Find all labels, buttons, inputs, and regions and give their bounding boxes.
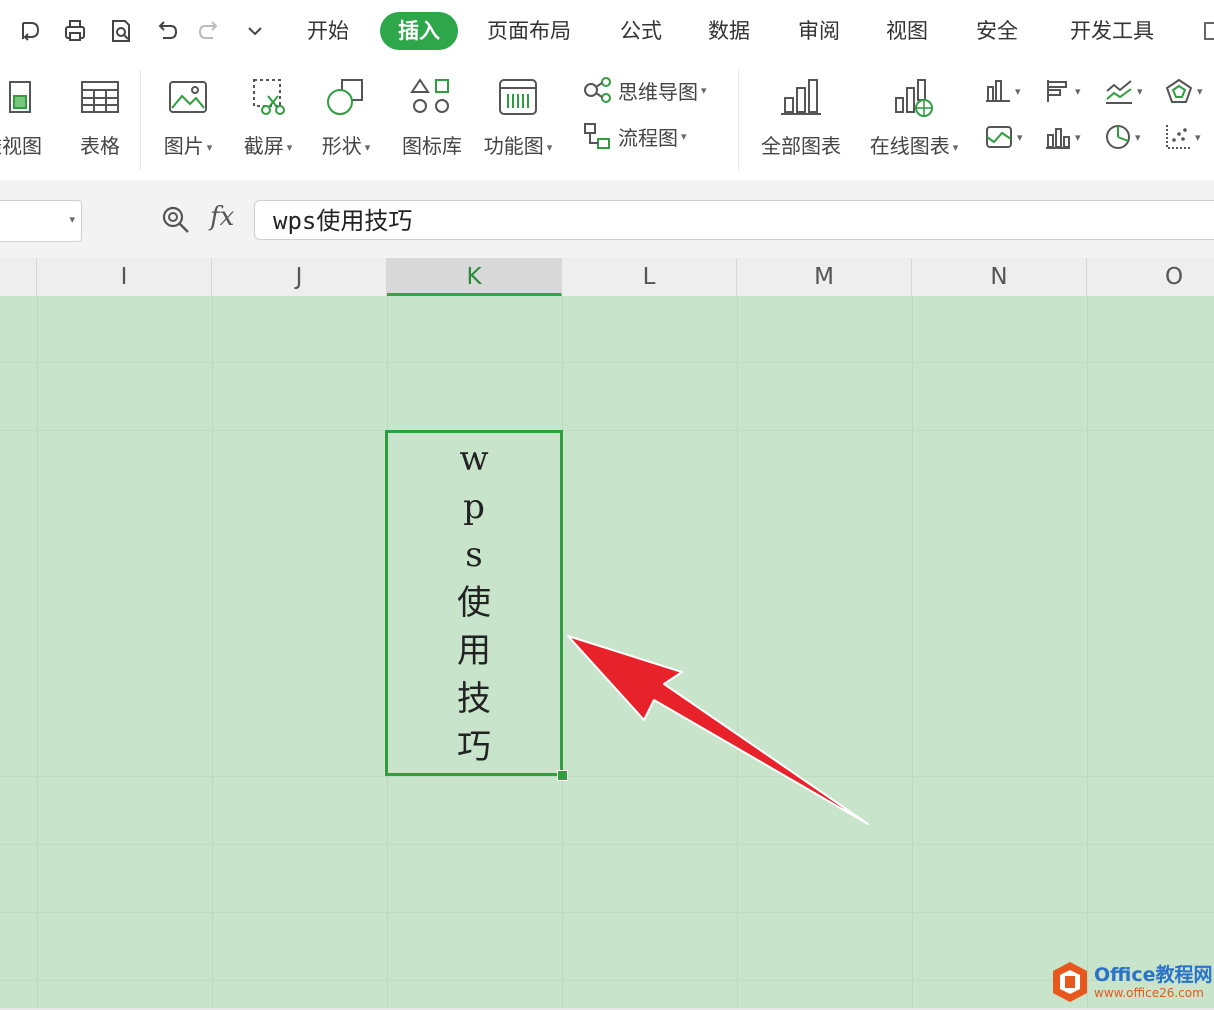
zoom-search-icon[interactable] (160, 204, 192, 240)
watermark: Office教程网 www.office26.com (1048, 958, 1214, 1008)
watermark-url: www.office26.com (1094, 986, 1204, 1000)
tab-review[interactable]: 审阅 (798, 12, 840, 50)
shape-button[interactable]: 形状 ▾ (306, 72, 386, 168)
function-chart-button[interactable]: 功能图 ▾ (478, 72, 558, 168)
menu-bar: 开始 插入 页面布局 公式 数据 审阅 视图 安全 开发工具 (0, 0, 1214, 62)
column-chart-dropdown[interactable]: ▾ (984, 72, 1032, 110)
icon-library-button[interactable]: 图标库 (392, 72, 472, 168)
scatter-chart-icon (1166, 125, 1191, 149)
ribbon-insert: 透视图 表格 图片▾ 截屏▾ 形状▾ (0, 62, 1214, 181)
tab-data[interactable]: 数据 (708, 12, 750, 50)
print-preview-icon[interactable] (106, 14, 136, 48)
area-chart-icon (986, 126, 1012, 148)
line-chart-icon (1106, 80, 1132, 104)
mindmap-button[interactable]: 思维导图 ▾ (582, 72, 707, 108)
pivot-chart-button[interactable]: 透视图 (0, 72, 52, 168)
picture-button[interactable]: 图片 ▾ (148, 72, 228, 168)
online-charts-icon (895, 79, 933, 117)
tab-insert[interactable]: 插入 (380, 12, 458, 50)
icon-library-icon (410, 78, 449, 113)
stock-chart-dropdown[interactable]: ▾ (1044, 118, 1092, 156)
area-chart-dropdown[interactable]: ▾ (984, 118, 1032, 156)
table-button[interactable]: 表格 (60, 72, 140, 168)
tab-page-layout[interactable]: 页面布局 (487, 12, 571, 50)
home-arrow-icon[interactable] (14, 14, 44, 48)
online-charts-button[interactable]: 在线图表 ▾ (864, 72, 964, 168)
bar-chart-dropdown[interactable]: ▾ (1044, 72, 1092, 110)
tab-developer[interactable]: 开发工具 (1070, 12, 1154, 50)
bar-chart-icon (1047, 80, 1067, 102)
pie-chart-icon (1106, 125, 1130, 149)
fx-icon[interactable]: fx (210, 202, 234, 232)
column-header-partial[interactable] (0, 258, 37, 296)
flowchart-button[interactable]: 流程图 ▾ (582, 118, 687, 154)
column-headers: I J K L M N O (0, 258, 1214, 297)
column-header-o[interactable]: O (1087, 258, 1214, 296)
table-icon (81, 81, 119, 113)
all-charts-button[interactable]: 全部图表 (754, 72, 848, 168)
shape-icon (327, 79, 363, 115)
ribbon-divider (738, 70, 739, 170)
office-logo-icon (1053, 962, 1087, 1002)
scatter-chart-dropdown[interactable]: ▾ (1164, 118, 1212, 156)
column-header-j[interactable]: J (212, 258, 387, 296)
column-header-l[interactable]: L (562, 258, 737, 296)
tab-formulas[interactable]: 公式 (620, 12, 662, 50)
formula-input[interactable]: wps使用技巧 (254, 200, 1214, 240)
all-charts-icon (781, 79, 821, 115)
pie-chart-dropdown[interactable]: ▾ (1104, 118, 1152, 156)
name-box[interactable]: ▾ (0, 200, 82, 242)
tab-view[interactable]: 视图 (886, 12, 928, 50)
tab-security[interactable]: 安全 (976, 12, 1018, 50)
radar-chart-icon (1165, 78, 1193, 103)
red-arrow-annotation (567, 635, 869, 825)
chevron-down-icon[interactable]: ▾ (69, 213, 75, 226)
screenshot-button[interactable]: 截屏 ▾ (228, 72, 308, 168)
undo-icon[interactable] (152, 14, 182, 48)
column-header-k[interactable]: K (387, 258, 562, 296)
function-chart-icon (499, 79, 537, 115)
watermark-title: Office教程网 (1094, 964, 1213, 986)
picture-icon (169, 81, 207, 113)
formula-bar: ▾ fx wps使用技巧 (0, 180, 1214, 258)
screenshot-icon (253, 79, 285, 115)
line-chart-dropdown[interactable]: ▾ (1104, 72, 1152, 110)
pivot-chart-icon (9, 81, 31, 113)
ribbon-divider (140, 70, 141, 170)
more-tabs-icon[interactable] (1204, 22, 1214, 40)
flowchart-icon (584, 123, 610, 149)
stock-chart-icon (1046, 128, 1070, 149)
column-header-i[interactable]: I (37, 258, 212, 296)
worksheet-grid[interactable]: w p s 使 用 技 巧 Office教程网 www.office26.com (0, 296, 1214, 1008)
column-chart-icon (986, 80, 1010, 102)
tab-home[interactable]: 开始 (307, 12, 349, 50)
redo-icon[interactable] (194, 14, 224, 48)
column-header-n[interactable]: N (912, 258, 1087, 296)
radar-chart-dropdown[interactable]: ▾ (1164, 72, 1212, 110)
customize-dropdown-icon[interactable] (240, 14, 270, 48)
column-header-m[interactable]: M (737, 258, 912, 296)
print-icon[interactable] (60, 14, 90, 48)
mindmap-icon (584, 77, 611, 103)
